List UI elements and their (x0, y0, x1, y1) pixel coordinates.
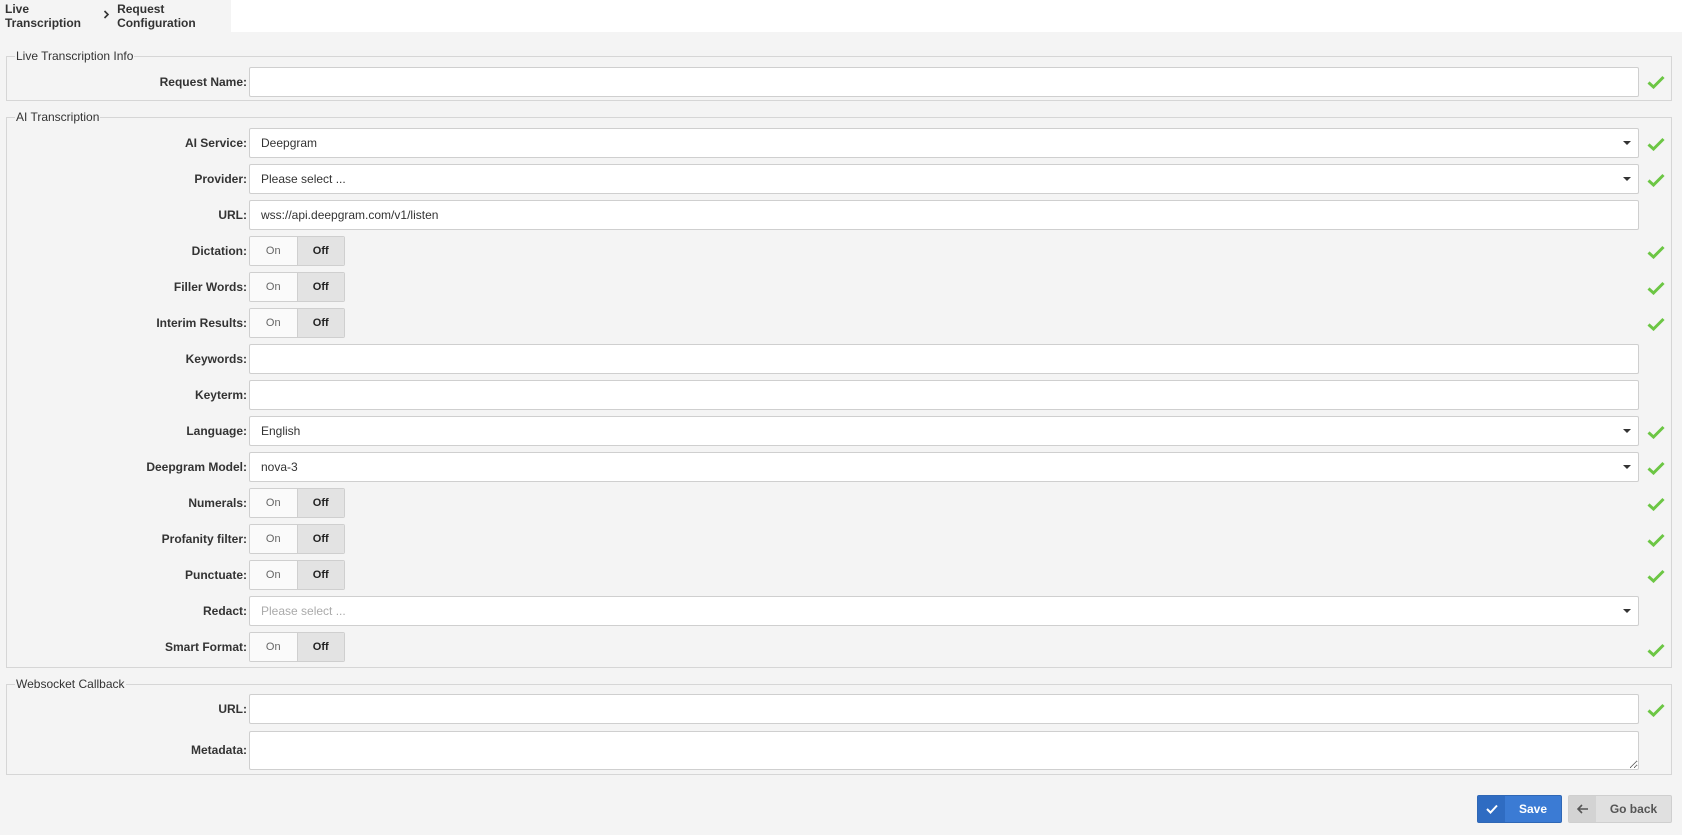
toggle-off[interactable]: Off (296, 633, 344, 661)
redact-label: Redact: (202, 604, 247, 618)
check-icon (1647, 643, 1665, 657)
dictation-toggle[interactable]: On Off (249, 236, 345, 266)
caret-down-icon (1623, 609, 1631, 613)
toggle-on[interactable]: On (250, 633, 297, 661)
profanity-filter-label: Profanity filter: (161, 532, 247, 546)
check-icon (1647, 137, 1665, 151)
provider-label: Provider: (194, 172, 247, 186)
language-label: Language: (186, 424, 247, 438)
toggle-on[interactable]: On (250, 237, 297, 265)
ai-service-value: Deepgram (261, 136, 318, 150)
caret-down-icon (1623, 465, 1631, 469)
check-icon (1647, 461, 1665, 475)
toggle-on[interactable]: On (250, 309, 297, 337)
section-ai-transcription: AI Transcription AI Service: Deepgram Pr… (6, 109, 1672, 668)
metadata-label: Metadata: (190, 743, 247, 757)
ai-service-select[interactable]: Deepgram (249, 128, 1639, 158)
interim-results-label: Interim Results: (156, 316, 247, 330)
chevron-right-icon (103, 10, 110, 22)
redact-select[interactable]: Please select ... (249, 596, 1639, 626)
breadcrumb-root[interactable]: Live Transcription (5, 2, 96, 30)
toggle-off[interactable]: Off (296, 309, 344, 337)
section-websocket-callback: Websocket Callback URL: Metadata: (6, 676, 1672, 775)
ai-service-label: AI Service: (184, 136, 247, 150)
top-bar (0, 0, 1682, 32)
toggle-on[interactable]: On (250, 489, 297, 517)
keyterm-input[interactable] (249, 380, 1639, 410)
breadcrumb: Live Transcription Request Configuration (0, 0, 231, 32)
save-button[interactable]: Save (1477, 795, 1562, 823)
toggle-on[interactable]: On (250, 525, 297, 553)
filler-words-toggle[interactable]: On Off (249, 272, 345, 302)
toggle-off[interactable]: Off (296, 489, 344, 517)
request-name-label: Request Name: (159, 75, 247, 89)
check-icon (1647, 569, 1665, 583)
caret-down-icon (1623, 177, 1631, 181)
check-icon (1647, 75, 1665, 89)
keywords-input[interactable] (249, 344, 1639, 374)
arrow-left-icon (1569, 796, 1596, 822)
caret-down-icon (1623, 141, 1631, 145)
keyterm-label: Keyterm: (194, 388, 247, 402)
toggle-off[interactable]: Off (296, 237, 344, 265)
redact-placeholder: Please select ... (261, 604, 346, 618)
go-back-button[interactable]: Go back (1568, 795, 1672, 823)
check-icon (1647, 317, 1665, 331)
section-live-transcription-info: Live Transcription Info Request Name: (6, 48, 1672, 101)
toggle-off[interactable]: Off (296, 525, 344, 553)
metadata-textarea[interactable] (249, 731, 1639, 770)
go-back-button-label: Go back (1609, 802, 1658, 816)
deepgram-model-label: Deepgram Model: (146, 460, 247, 474)
smart-format-label: Smart Format: (164, 640, 247, 654)
profanity-filter-toggle[interactable]: On Off (249, 524, 345, 554)
numerals-label: Numerals: (188, 496, 247, 510)
punctuate-label: Punctuate: (184, 568, 247, 582)
breadcrumb-current: Request Configuration (117, 2, 196, 30)
language-select[interactable]: English (249, 416, 1639, 446)
numerals-toggle[interactable]: On Off (249, 488, 345, 518)
provider-select[interactable]: Please select ... (249, 164, 1639, 194)
toggle-off[interactable]: Off (296, 273, 344, 301)
deepgram-model-value: nova-3 (261, 460, 298, 474)
check-icon (1647, 173, 1665, 187)
caret-down-icon (1623, 429, 1631, 433)
toggle-off[interactable]: Off (296, 561, 344, 589)
filler-words-label: Filler Words: (173, 280, 247, 294)
url-input[interactable] (249, 200, 1639, 230)
check-icon (1647, 281, 1665, 295)
check-icon (1647, 533, 1665, 547)
url-label: URL: (218, 208, 247, 222)
check-icon (1647, 703, 1665, 717)
language-value: English (261, 424, 301, 438)
toggle-on[interactable]: On (250, 273, 297, 301)
check-icon (1647, 245, 1665, 259)
deepgram-model-select[interactable]: nova-3 (249, 452, 1639, 482)
section-legend: Live Transcription Info (15, 48, 135, 64)
provider-value: Please select ... (261, 172, 346, 186)
keywords-label: Keywords: (185, 352, 247, 366)
callback-url-input[interactable] (249, 694, 1639, 724)
dictation-label: Dictation: (191, 244, 247, 258)
section-legend: AI Transcription (15, 109, 101, 125)
check-icon (1647, 497, 1665, 511)
check-icon (1647, 425, 1665, 439)
check-icon (1478, 796, 1505, 822)
smart-format-toggle[interactable]: On Off (249, 632, 345, 662)
punctuate-toggle[interactable]: On Off (249, 560, 345, 590)
toggle-on[interactable]: On (250, 561, 297, 589)
section-legend: Websocket Callback (15, 676, 126, 692)
callback-url-label: URL: (218, 702, 247, 716)
interim-results-toggle[interactable]: On Off (249, 308, 345, 338)
save-button-label: Save (1518, 802, 1548, 816)
request-name-input[interactable] (249, 67, 1639, 97)
